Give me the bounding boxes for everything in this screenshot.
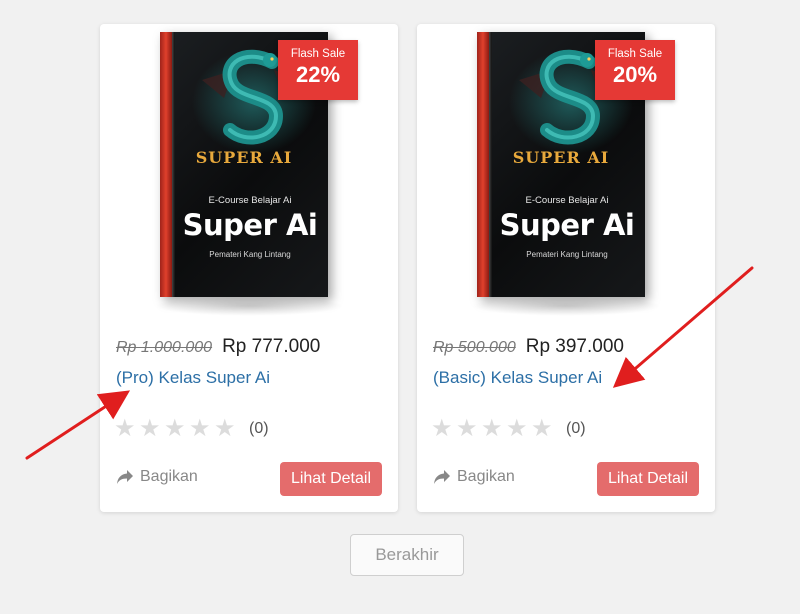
share-button[interactable]: Bagikan <box>116 468 198 486</box>
flash-sale-label: Flash Sale <box>607 48 663 60</box>
book-cover-image[interactable]: SUPER AI E-Course Belajar Ai Super Ai Pe… <box>461 24 675 324</box>
cover-logo-text: SUPER AI <box>512 148 610 167</box>
review-count: (0) <box>566 420 586 437</box>
product-card-basic: SUPER AI E-Course Belajar Ai Super Ai Pe… <box>417 24 715 512</box>
star-icon: ★ <box>456 415 478 442</box>
sale-price: Rp 397.000 <box>525 336 624 357</box>
share-arrow-icon <box>117 470 133 484</box>
discount-percent: 22% <box>295 62 341 87</box>
star-icon: ★ <box>481 415 503 442</box>
star-icon: ★ <box>531 415 553 442</box>
cover-subtitle: E-Course Belajar Ai <box>208 195 292 206</box>
price-row: Rp 1.000.000 Rp 777.000 <box>116 336 320 358</box>
share-label: Bagikan <box>457 468 515 485</box>
view-detail-button[interactable]: Lihat Detail <box>279 462 382 496</box>
flash-sale-label: Flash Sale <box>290 48 346 60</box>
cover-title: Super Ai <box>499 208 635 242</box>
share-label: Bagikan <box>140 468 198 485</box>
flash-sale-badge: Flash Sale 22% <box>278 40 358 100</box>
cover-shadow <box>154 296 344 316</box>
review-count: (0) <box>249 420 269 437</box>
star-icon: ★ <box>214 415 236 442</box>
view-detail-button[interactable]: Lihat Detail <box>596 462 699 496</box>
discount-percent: 20% <box>612 62 658 87</box>
star-icon: ★ <box>506 415 528 442</box>
star-icon: ★ <box>139 415 161 442</box>
share-arrow-icon <box>434 470 450 484</box>
original-price: Rp 500.000 <box>433 339 516 356</box>
product-title-link[interactable]: (Basic) Kelas Super Ai <box>433 368 602 388</box>
product-title-link[interactable]: (Pro) Kelas Super Ai <box>116 368 270 388</box>
sale-price: Rp 777.000 <box>222 336 321 357</box>
cover-subtitle: E-Course Belajar Ai <box>525 195 609 206</box>
rating: ★ ★ ★ ★ ★ (0) <box>114 415 269 442</box>
cover-title: Super Ai <box>182 208 318 242</box>
flash-sale-badge: Flash Sale 20% <box>595 40 675 100</box>
star-icon: ★ <box>114 415 136 442</box>
product-card-pro: SUPER AI E-Course Belajar Ai Super Ai Pe… <box>100 24 398 512</box>
rating: ★ ★ ★ ★ ★ (0) <box>431 415 586 442</box>
star-icon: ★ <box>164 415 186 442</box>
cover-author: Pemateri Kang Lintang <box>209 250 291 259</box>
pagination-last-button[interactable]: Berakhir <box>350 534 464 576</box>
star-icon: ★ <box>431 415 453 442</box>
price-row: Rp 500.000 Rp 397.000 <box>433 336 624 358</box>
book-cover-image[interactable]: SUPER AI E-Course Belajar Ai Super Ai Pe… <box>144 24 358 324</box>
cover-author: Pemateri Kang Lintang <box>526 250 608 259</box>
share-button[interactable]: Bagikan <box>433 468 515 486</box>
star-icon: ★ <box>189 415 211 442</box>
original-price: Rp 1.000.000 <box>116 339 213 356</box>
cover-shadow <box>471 296 661 316</box>
cover-logo-text: SUPER AI <box>195 148 293 167</box>
